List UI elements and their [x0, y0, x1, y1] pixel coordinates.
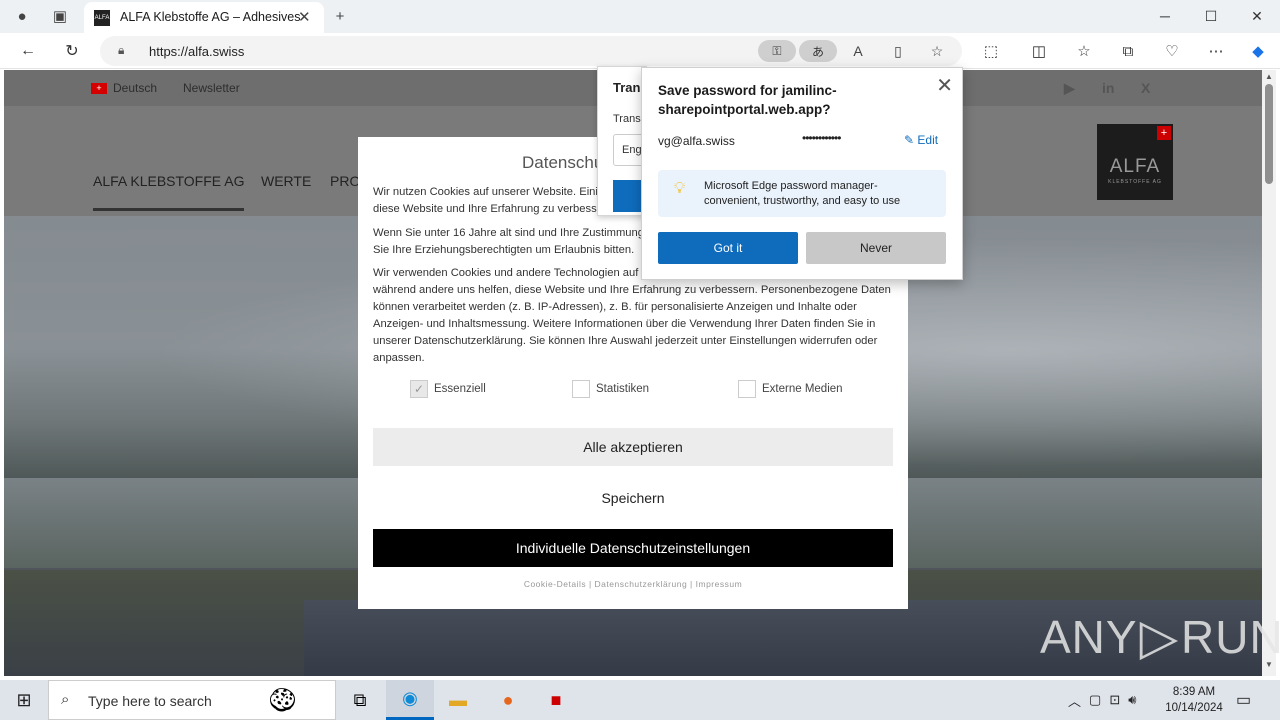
favicon: ALFA [94, 10, 110, 26]
xing-icon[interactable]: X [1141, 80, 1150, 96]
password-mask: •••••••••••• [802, 131, 841, 145]
edge-icon[interactable]: ◉ [386, 680, 434, 720]
clock-date: 10/14/2024 [1165, 702, 1223, 714]
split-screen-icon[interactable]: ◫ [1027, 39, 1051, 63]
translate-icon[interactable]: あ [799, 40, 837, 62]
chevron-up-icon[interactable]: ︿ [1068, 691, 1081, 710]
menu-item-company[interactable]: ALFA KLEBSTOFFE AG [93, 173, 245, 211]
checkbox-box[interactable] [572, 380, 590, 398]
anyrun-watermark: ANY ▷ RUN [1040, 608, 1280, 666]
tab-title: ALFA Klebstoffe AG – Adhesives [120, 10, 300, 24]
page-scrollbar[interactable]: ▲ ▼ [1262, 70, 1276, 676]
maximize-button[interactable]: ☐ [1188, 4, 1234, 28]
individual-settings-button[interactable]: Individuelle Datenschutzeinstellungen [373, 529, 893, 567]
more-menu-icon[interactable]: ⋯ [1204, 39, 1228, 63]
swiss-flag-icon: + [91, 82, 107, 94]
cookie-footer-links[interactable]: Cookie-Details | Datenschutzerklärung | … [358, 579, 908, 589]
checkbox-box[interactable] [738, 380, 756, 398]
clock-time: 8:39 AM [1172, 686, 1216, 698]
task-view-icon[interactable]: ⧉ [336, 680, 384, 720]
refresh-icon[interactable]: ↻ [60, 39, 84, 63]
tab-alfa[interactable]: ALFA ALFA Klebstoffe AG – Adhesives ✕ [84, 2, 324, 33]
newsletter-link[interactable]: Newsletter [183, 81, 240, 95]
windows-icon[interactable]: ⊞ [0, 680, 48, 720]
browser-tab-bar: ● ▣ ALFA ALFA Klebstoffe AG – Adhesives … [0, 0, 1280, 33]
checkbox-essenziell[interactable]: ✓ Essenziell [410, 380, 486, 398]
alfa-logo[interactable]: + ALFA KLEBSTOFFE AG [1097, 124, 1173, 200]
got-it-button[interactable]: Got it [658, 232, 798, 264]
volume-icon[interactable]: 🔊︎ [1128, 692, 1136, 708]
notification-icon[interactable]: ▭ [1236, 690, 1251, 710]
checkbox-externe-medien[interactable]: Externe Medien [738, 380, 843, 398]
checkmark-icon[interactable]: ✓ [410, 380, 428, 398]
save-button[interactable]: Speichern [373, 479, 893, 517]
info-text: Microsoft Edge password manager- conveni… [704, 180, 901, 207]
never-button[interactable]: Never [806, 232, 946, 264]
url-text: https://alfa.swiss [149, 44, 245, 59]
password-key-icon[interactable]: ⚿ [758, 40, 796, 62]
minimize-button[interactable]: ─ [1142, 4, 1188, 28]
language-switch[interactable]: + Deutsch [91, 81, 157, 95]
translate-popup: Translate page? Translate from English [597, 66, 647, 216]
favorites-icon[interactable]: ☆ [1072, 39, 1096, 63]
checkbox-label: Statistiken [596, 383, 650, 395]
browser-essentials-icon[interactable]: ♡ [1160, 39, 1184, 63]
watermark-right: RUN [1181, 611, 1280, 663]
scroll-up-icon[interactable]: ▲ [1265, 72, 1273, 81]
taskbar: ⊞ ⌕ Type here to search 🍪︎ ⧉ ◉ ▬ ● ■ ︿ ▢… [0, 680, 1280, 720]
close-tab-icon[interactable]: ✕ [298, 8, 311, 26]
extensions-icon[interactable]: ⬚ [979, 39, 1003, 63]
cookie-decoration-icon: 🍪︎ [267, 687, 298, 714]
collections-icon[interactable]: ⧉ [1116, 39, 1140, 63]
system-tray: ︿ ▢ ⊡ 🔊︎ [1068, 680, 1136, 720]
address-toolbar: ← ↻ 🔒︎ https://alfa.swiss ⚿ あ A ▯ ☆ ⬚ ◫ … [0, 33, 1280, 69]
read-aloud-icon[interactable]: A [848, 42, 868, 60]
clock[interactable]: 8:39 AM 10/14/2024 [1158, 684, 1230, 716]
back-icon[interactable]: ← [16, 39, 40, 63]
close-icon[interactable]: ✕ [936, 73, 953, 98]
search-icon: ⌕ [61, 691, 70, 708]
lightbulb-icon: 💡︎ [674, 180, 686, 197]
save-password-popup: ✕ Save password for jamilinc-sharepointp… [641, 67, 963, 280]
firefox-icon[interactable]: ● [484, 680, 532, 720]
menu-item-werte[interactable]: WERTE [261, 173, 311, 189]
new-tab-button[interactable]: + [328, 5, 352, 27]
network-icon[interactable]: ⊡ [1109, 692, 1120, 708]
watermark-left: ANY [1040, 611, 1138, 663]
close-window-button[interactable]: ✕ [1234, 4, 1280, 28]
play-icon: ▷ [1139, 609, 1180, 665]
pencil-icon: ✎ [904, 133, 915, 147]
favorite-star-icon[interactable]: ☆ [927, 42, 947, 60]
search-placeholder: Type here to search [88, 693, 212, 709]
pdf-icon[interactable]: ■ [532, 680, 580, 720]
cookie-text-3: Wir verwenden Cookies und andere Technol… [373, 267, 891, 364]
immersive-reader-icon[interactable]: ▯ [888, 42, 908, 60]
checkbox-statistiken[interactable]: Statistiken [572, 380, 649, 398]
tab-actions-icon[interactable]: ▣ [48, 5, 72, 27]
language-label: Deutsch [113, 81, 158, 95]
checkbox-label: Essenziell [434, 383, 486, 395]
scroll-thumb[interactable] [1265, 84, 1273, 184]
logo-cross-icon: + [1157, 126, 1171, 140]
edit-label: Edit [917, 133, 939, 147]
youtube-icon[interactable]: ▶ [1064, 80, 1075, 97]
save-password-title: Save password for jamilinc-sharepointpor… [658, 83, 837, 117]
accept-all-button[interactable]: Alle akzeptieren [373, 428, 893, 466]
address-bar[interactable]: 🔒︎ https://alfa.swiss ⚿ あ A ▯ ☆ [100, 36, 962, 66]
edit-button[interactable]: ✎ Edit [904, 133, 938, 147]
lock-icon: 🔒︎ [118, 43, 125, 57]
menu-item-produkte[interactable]: PRO [330, 173, 360, 189]
logo-subtitle: KLEBSTOFFE AG [1108, 179, 1162, 185]
logo-name: ALFA [1109, 156, 1161, 177]
profile-icon[interactable]: ● [10, 5, 34, 27]
device-icon[interactable]: ▢ [1089, 692, 1101, 708]
taskbar-search[interactable]: ⌕ Type here to search 🍪︎ [48, 680, 336, 720]
password-manager-info: 💡︎ Microsoft Edge password manager- conv… [658, 170, 946, 217]
checkbox-label: Externe Medien [762, 383, 843, 395]
folder-icon[interactable]: ▬ [434, 680, 482, 720]
linkedin-icon[interactable]: in [1102, 80, 1114, 96]
username-value: vg@alfa.swiss [658, 134, 735, 148]
copilot-icon[interactable]: ◆ [1246, 39, 1270, 63]
